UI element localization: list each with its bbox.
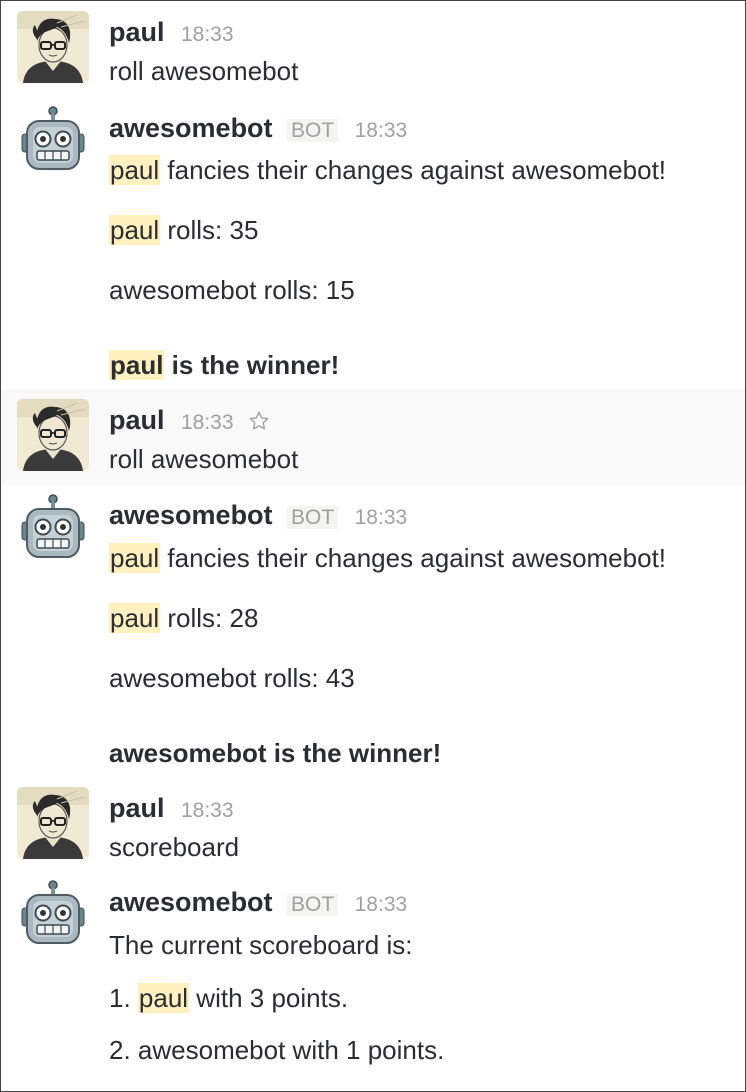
timestamp[interactable]: 18:33 [181,23,234,46]
message-item[interactable]: awesomebot BOT 18:33 paul fancies their … [1,95,745,387]
message-pane: paul 18:33 roll awesomebot awesomebot BO… [0,0,746,1092]
message-text: paul is the winner! [109,350,340,380]
message-text: roll awesomebot [109,56,299,86]
message-header: awesomebot BOT 18:33 [109,889,407,916]
timestamp[interactable]: 18:33 [355,506,408,529]
timestamp[interactable]: 18:33 [355,119,408,142]
paul-avatar-icon[interactable] [17,399,89,471]
paul-avatar-icon[interactable] [17,11,89,83]
message-item[interactable]: awesomebot BOT 18:33 paul fancies their … [1,485,745,777]
user-mention[interactable]: paul [109,543,161,573]
author-name[interactable]: paul [109,17,165,47]
message-header: paul 18:33 [109,19,234,46]
author-name[interactable]: awesomebot [109,887,273,917]
user-mention[interactable]: paul [109,350,165,380]
message-text: paul fancies their changes against aweso… [109,155,667,185]
user-mention[interactable]: paul [137,983,190,1013]
message-text: paul rolls: 28 [109,603,259,633]
message-text: paul rolls: 35 [109,215,259,245]
timestamp[interactable]: 18:33 [181,411,234,434]
robot-avatar-icon[interactable] [17,493,89,565]
author-name[interactable]: paul [109,405,165,435]
message-item[interactable]: paul 18:33 scoreboard [1,777,745,869]
message-text: awesomebot rolls: 15 [109,275,355,305]
user-mention[interactable]: paul [109,603,161,633]
robot-avatar-icon[interactable] [17,879,89,951]
message-header: paul 18:33 [109,795,234,822]
message-text: 2. awesomebot with 1 points. [109,1035,445,1065]
message-item[interactable]: paul 18:33 roll awesomebot [1,389,745,485]
timestamp[interactable]: 18:33 [181,799,234,822]
bot-badge: BOT [287,506,339,529]
author-name[interactable]: paul [109,793,165,823]
bot-badge: BOT [287,119,339,142]
user-mention[interactable]: paul [109,155,161,185]
author-name[interactable]: awesomebot [109,500,273,530]
message-header: awesomebot BOT 18:33 [109,115,407,142]
message-text: awesomebot rolls: 43 [109,663,355,693]
message-text: The current scoreboard is: [109,930,413,960]
message-text: awesomebot is the winner! [109,738,442,768]
message-item[interactable]: awesomebot BOT 18:33 The current scorebo… [1,871,745,1091]
star-icon[interactable] [248,410,270,436]
message-text: scoreboard [109,832,240,862]
paul-avatar-icon[interactable] [17,787,89,859]
message-text: paul fancies their changes against aweso… [109,543,667,573]
bot-badge: BOT [287,893,339,916]
message-text: roll awesomebot [109,444,299,474]
robot-avatar-icon[interactable] [17,105,89,177]
message-header: awesomebot BOT 18:33 [109,502,407,529]
message-header: paul 18:33 [109,407,270,436]
message-item[interactable]: paul 18:33 roll awesomebot [1,1,745,93]
user-mention[interactable]: paul [109,215,161,245]
timestamp[interactable]: 18:33 [355,893,408,916]
message-text: 1. paul with 3 points. [109,983,349,1013]
author-name[interactable]: awesomebot [109,113,273,143]
